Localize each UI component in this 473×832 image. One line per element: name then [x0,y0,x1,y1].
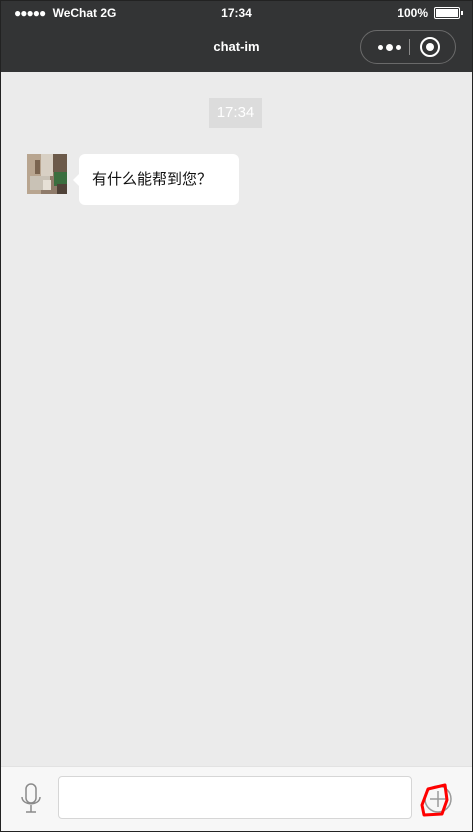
message-input[interactable] [58,776,412,819]
more-dots-icon[interactable] [371,31,407,63]
message-bubble[interactable]: 有什么能帮到您？ [73,154,239,205]
avatar[interactable] [27,154,67,194]
battery-icon [434,7,463,19]
battery-percent: 100% [397,6,428,20]
status-bar: ●●●●● WeChat 2G 17:34 100% [1,1,472,25]
top-bar: ●●●●● WeChat 2G 17:34 100% chat-im [1,1,472,72]
microphone-icon[interactable] [17,781,45,817]
capsule-divider [409,39,410,55]
composer-bar [1,766,472,831]
mini-program-capsule [360,30,456,64]
target-close-icon[interactable] [420,37,440,57]
battery-status: 100% [397,6,463,20]
phone-frame: ●●●●● WeChat 2G 17:34 100% chat-im 17:34 [0,0,473,832]
message-timestamp: 17:34 [209,98,262,128]
plus-icon[interactable] [418,781,458,821]
